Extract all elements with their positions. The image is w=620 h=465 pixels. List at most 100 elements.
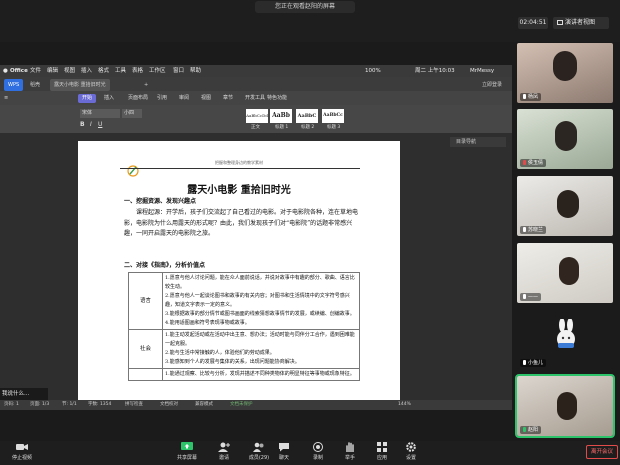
menu-app-name[interactable]: Office [10, 65, 28, 77]
font-size-select[interactable]: 小四 [122, 109, 142, 118]
ribbon-tab-chapter[interactable]: 章节 [223, 91, 233, 105]
login-button[interactable]: 立即登录 [478, 79, 506, 91]
document-page[interactable]: 把握和整理身边的教学素材 露天小电影 重拾旧时光 一、挖掘资源、发现兴趣点 课程… [78, 141, 400, 400]
style-heading-3[interactable]: AaBbCc [322, 109, 344, 123]
table-line: 4.能用适图画和符号表现事物或故事。 [165, 320, 250, 326]
participant-tile-active-speaker[interactable]: 赵阳 [515, 374, 615, 438]
control-label: 邀请 [218, 455, 229, 461]
style-heading-2[interactable]: AaBbC [296, 109, 318, 123]
tab-docer[interactable]: 稻壳 [26, 79, 44, 91]
new-tab-button[interactable]: + [140, 79, 152, 91]
zoom-level[interactable]: 144% [398, 400, 411, 410]
raise-hand-icon [346, 442, 354, 452]
mic-icon [523, 227, 526, 232]
participant-name-text: 杨凤 [528, 94, 539, 100]
settings-icon [406, 442, 416, 452]
caption-snippet: 我说什么... [0, 388, 48, 400]
style-normal[interactable]: AaBbCcDd [246, 109, 268, 123]
menu-workspace[interactable]: 工作区 [149, 65, 166, 77]
person-silhouette [559, 257, 579, 285]
header-rule [120, 168, 360, 169]
settings-button[interactable]: 设置 [391, 442, 431, 461]
table-key-cell: 语言 [128, 272, 163, 330]
participant-tile[interactable]: —— [517, 243, 613, 303]
participant-tile[interactable]: 杨凤 [517, 43, 613, 103]
share-screen-button[interactable]: 共享屏幕 [167, 442, 207, 461]
section-heading-1: 一、挖掘资源、发现兴趣点 [124, 198, 197, 205]
mac-menu-bar: ● Office 文件 编辑 视图 插入 格式 工具 表格 工作区 窗口 帮助 … [0, 65, 512, 77]
control-label: 举手 [344, 455, 355, 461]
table-row: 1.能通过观察、比较与分析，发现并描述不同种类物体的明显特征等事物或现象特征。 [128, 368, 360, 381]
doc-protect-status[interactable]: 文档未保护 [230, 400, 253, 410]
stop-video-button[interactable]: 停止视频 [2, 442, 42, 461]
ribbon-tab-developer[interactable]: 开发工具 [245, 91, 265, 105]
section-heading-2: 二、对接《指南》，分析价值点 [124, 262, 206, 269]
clock: 周二 上午10:03 [415, 68, 455, 74]
person-silhouette [557, 190, 579, 218]
table-line: 2.愿意与他人一起谈论图书和故事的有关内容；对图书和生活情境中的文字符号感兴趣，… [165, 293, 350, 308]
spell-check-button[interactable]: 拼写检查 [125, 400, 143, 410]
navigation-panel[interactable]: 目录导航 [450, 137, 506, 147]
bold-button[interactable]: B [80, 121, 85, 128]
ribbon-tab-insert[interactable]: 插入 [104, 91, 114, 105]
meeting-timer: 02:04:51 [518, 17, 548, 29]
control-label: 聊天 [278, 455, 289, 461]
menu-file[interactable]: 文件 [30, 65, 41, 77]
table-row: 语言 1.愿意与他人讨论问题，能在众人面前说话，并说对故事中有趣的部分、歌曲、语… [128, 272, 360, 330]
menu-icon[interactable]: ≡ [4, 91, 8, 105]
menu-window[interactable]: 窗口 [173, 65, 184, 77]
control-label: 共享屏幕 [176, 455, 197, 461]
invite-icon [218, 442, 230, 452]
table-line: 1.愿意与他人讨论问题，能在众人面前说话，并说对故事中有趣的部分、歌曲、语言比较… [165, 275, 355, 290]
ribbon-tab-home[interactable]: 开始 [78, 94, 97, 103]
tab-wps-home[interactable]: WPS [4, 79, 24, 91]
menu-insert[interactable]: 插入 [81, 65, 92, 77]
status-section: 节: 1/1 [62, 402, 77, 407]
table-content-cell: 1.能主动发起活动或在活动中出主意、想办法；活动时能与同伴分工合作，遇到困难能一… [162, 329, 360, 369]
participant-name-text: 赵阳 [528, 427, 539, 433]
menu-help[interactable]: 帮助 [190, 65, 201, 77]
control-label: 录制 [312, 455, 323, 461]
table-line: 1.能通过观察、比较与分析，发现并描述不同种类物体的明显特征等事物或现象特征。 [165, 371, 355, 377]
participant-name: 小鱼儿 [520, 359, 547, 367]
participant-tile[interactable]: 小鱼儿 [517, 309, 613, 369]
participant-name: 杨凤 [520, 93, 542, 101]
style-heading-1[interactable]: AaBb [270, 109, 292, 123]
menu-view[interactable]: 视图 [64, 65, 75, 77]
camera-icon [16, 444, 28, 450]
document-status-bar: 页码: 1 页面: 1/3 节: 1/1 字数: 1354 拼写检查 文档校对 … [0, 400, 512, 410]
style-normal-label: 正文 [251, 125, 260, 130]
view-switch-button[interactable]: 演讲者视图 [553, 17, 609, 29]
apps-icon [377, 442, 387, 452]
document-title: 露天小电影 重拾旧时光 [187, 185, 291, 196]
ribbon-tab-features[interactable]: 特色功能 [267, 91, 287, 105]
participant-tile[interactable]: 侯玉倩 [517, 109, 613, 169]
ribbon-tab-references[interactable]: 引用 [157, 91, 167, 105]
proofread-button[interactable]: 文档校对 [160, 400, 178, 410]
menu-tools[interactable]: 工具 [115, 65, 126, 77]
guide-table: 语言 1.愿意与他人讨论问题，能在众人面前说话，并说对故事中有趣的部分、歌曲、语… [128, 272, 360, 381]
ribbon-tab-review[interactable]: 审阅 [179, 91, 189, 105]
menu-table[interactable]: 表格 [132, 65, 143, 77]
invite-button[interactable]: 邀请 [204, 442, 244, 461]
underline-button[interactable]: U [98, 121, 102, 128]
wps-ribbon-tabs: ≡ 开始 插入 页面布局 引用 审阅 视图 章节 开发工具 特色功能 [0, 91, 512, 105]
participant-tile[interactable]: 苏晓兰 [517, 176, 613, 236]
tab-document[interactable]: 露天小电影 重拾旧时光 [50, 79, 110, 91]
participant-name: —— [520, 293, 541, 301]
user-name: MrMessy [470, 68, 495, 74]
table-content-cell: 1.能通过观察、比较与分析，发现并描述不同种类物体的明显特征等事物或现象特征。 [162, 368, 360, 381]
status-pages: 页面: 1/3 [30, 402, 50, 407]
mic-active-icon [523, 427, 526, 432]
italic-button[interactable]: I [90, 121, 92, 128]
table-line: 2.能与生活中常接触的人，体验他们的劳动成果。 [165, 350, 275, 356]
page-header-note: 把握和整理身边的教学素材 [215, 160, 263, 165]
font-name-select[interactable]: 宋体 [80, 109, 120, 118]
leave-meeting-button[interactable]: 离开会议 [586, 445, 618, 459]
menu-edit[interactable]: 编辑 [47, 65, 58, 77]
ribbon-tab-layout[interactable]: 页面布局 [128, 91, 148, 105]
menu-format[interactable]: 格式 [98, 65, 109, 77]
ribbon-tab-view[interactable]: 视图 [201, 91, 211, 105]
table-row: 社会 1.能主动发起活动或在活动中出主意、想办法；活动时能与同伴分工合作，遇到困… [128, 329, 360, 369]
screen-share-banner: 您正在观看赵阳的屏幕 [255, 1, 355, 13]
